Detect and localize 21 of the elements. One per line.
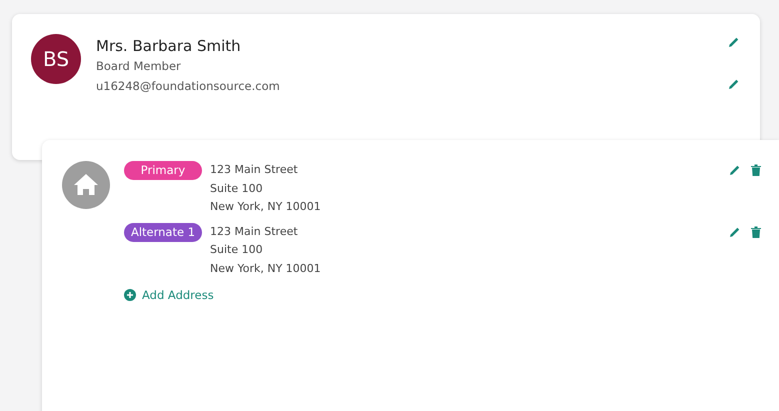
address-tag: Primary — [124, 161, 202, 180]
delete-icon[interactable] — [751, 226, 761, 238]
edit-icon[interactable] — [729, 164, 741, 176]
contact-role: Board Member — [96, 58, 182, 75]
plus-circle-icon — [124, 289, 136, 301]
edit-icon[interactable] — [728, 78, 740, 90]
contact-name: Mrs. Barbara Smith — [96, 36, 242, 56]
address-line: Suite 100 — [210, 242, 264, 258]
delete-icon[interactable] — [751, 164, 761, 176]
address-line: 123 Main Street — [210, 224, 299, 240]
add-address-link[interactable]: Add Address — [124, 288, 214, 302]
address-line: New York, NY 10001 — [210, 260, 321, 276]
contact-email: u16248@foundationsource.com — [96, 78, 280, 95]
address-line: 123 Main Street — [210, 162, 299, 178]
home-icon — [62, 161, 110, 209]
address-line: New York, NY 10001 — [210, 199, 321, 215]
edit-icon[interactable] — [729, 226, 741, 238]
edit-icon[interactable] — [728, 36, 740, 48]
address-tag: Alternate 1 — [124, 222, 202, 242]
address-line: Suite 100 — [210, 180, 264, 196]
avatar: BS — [31, 34, 81, 84]
